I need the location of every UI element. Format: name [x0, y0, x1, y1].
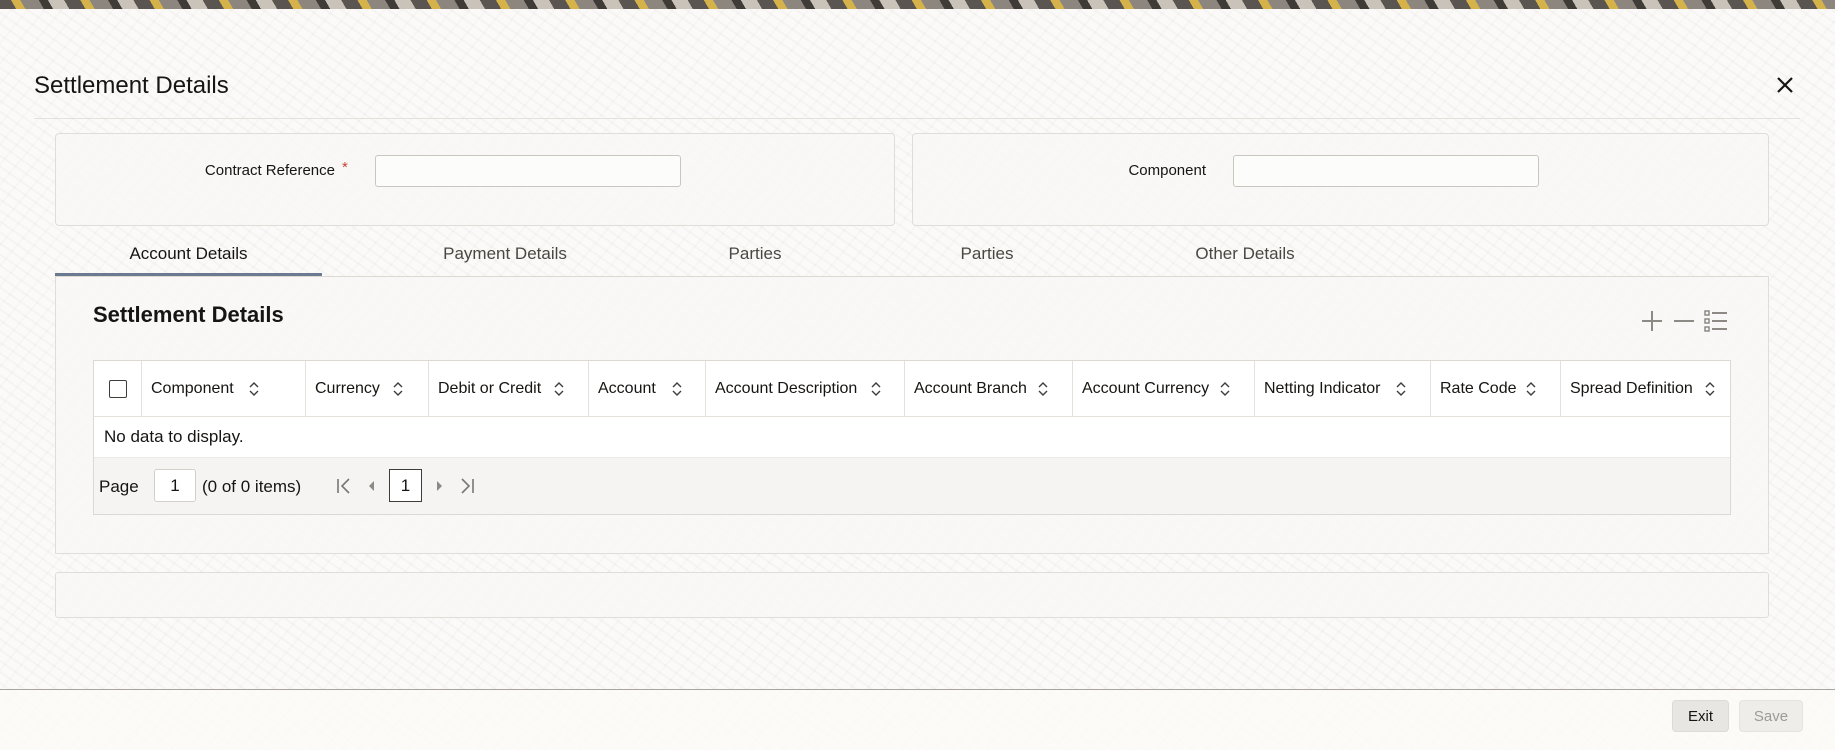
next-page-icon[interactable]: [428, 475, 450, 497]
column-component[interactable]: Component: [142, 361, 306, 417]
sort-icon[interactable]: [870, 380, 882, 398]
tab-payment-details[interactable]: Payment Details: [405, 240, 605, 276]
sort-icon[interactable]: [1395, 380, 1407, 398]
column-label: Debit or Credit: [438, 380, 542, 397]
sort-icon[interactable]: [392, 380, 404, 398]
sort-icon[interactable]: [1525, 380, 1537, 398]
column-label: Currency: [315, 380, 380, 397]
close-icon[interactable]: [1772, 72, 1798, 98]
empty-message: No data to display.: [104, 427, 244, 446]
page-number-input[interactable]: 1: [154, 469, 196, 502]
footer: Exit Save: [0, 690, 1835, 750]
column-label: Rate Code: [1440, 380, 1517, 397]
sort-icon[interactable]: [1037, 380, 1049, 398]
first-page-icon[interactable]: [333, 475, 355, 497]
tab-bar: Account Details Payment Details Parties …: [55, 240, 1769, 276]
column-label: Netting Indicator: [1264, 380, 1381, 397]
save-button[interactable]: Save: [1739, 700, 1803, 732]
plus-icon[interactable]: [1639, 308, 1665, 334]
title-divider: [34, 118, 1800, 119]
tab-account-details[interactable]: Account Details: [55, 240, 322, 276]
sort-icon[interactable]: [1219, 380, 1231, 398]
column-currency[interactable]: Currency: [306, 361, 429, 417]
section-title: Settlement Details: [93, 302, 284, 327]
column-account[interactable]: Account: [589, 361, 706, 417]
column-account-currency[interactable]: Account Currency: [1073, 361, 1255, 417]
previous-page-icon[interactable]: [361, 475, 383, 497]
sort-icon[interactable]: [553, 380, 565, 398]
column-label: Spread Definition: [1570, 380, 1693, 397]
column-netting-indicator[interactable]: Netting Indicator: [1255, 361, 1431, 417]
select-all-checkbox[interactable]: [109, 380, 127, 398]
column-label: Account Currency: [1082, 380, 1210, 397]
component-label: Component: [1128, 162, 1206, 179]
column-spread-definition[interactable]: Spread Definition: [1561, 361, 1730, 417]
last-page-icon[interactable]: [456, 475, 478, 497]
column-label: Account Branch: [914, 380, 1027, 397]
grid-header: Component Currency Debit or Credit Accou…: [94, 361, 1730, 417]
column-label: Account Description: [715, 380, 858, 397]
pagination: Page 1 (0 of 0 items) 1: [94, 457, 1730, 514]
minus-icon[interactable]: [1671, 308, 1697, 334]
list-view-icon[interactable]: [1703, 308, 1729, 334]
sort-icon[interactable]: [671, 380, 683, 398]
contract-reference-label: Contract Reference: [204, 162, 335, 179]
settlement-grid: Component Currency Debit or Credit Accou…: [93, 360, 1731, 515]
column-label: Component: [151, 380, 234, 397]
column-label: Account: [598, 380, 656, 397]
current-page-button[interactable]: 1: [389, 469, 422, 502]
item-count: (0 of 0 items): [202, 477, 302, 496]
page-label: Page: [99, 477, 139, 496]
page-title: Settlement Details: [34, 72, 229, 99]
tab-parties-2[interactable]: Parties: [927, 240, 1047, 276]
column-debit-or-credit[interactable]: Debit or Credit: [429, 361, 589, 417]
exit-button[interactable]: Exit: [1672, 700, 1729, 732]
select-all-cell: [94, 361, 142, 417]
tab-parties[interactable]: Parties: [695, 240, 815, 276]
column-account-branch[interactable]: Account Branch: [905, 361, 1073, 417]
required-marker: *: [342, 159, 348, 176]
sort-icon[interactable]: [248, 380, 260, 398]
column-rate-code[interactable]: Rate Code: [1431, 361, 1561, 417]
tab-other-details[interactable]: Other Details: [1160, 240, 1330, 276]
contract-reference-input[interactable]: [375, 155, 681, 187]
bottom-panel: [55, 572, 1769, 618]
sort-icon[interactable]: [1704, 380, 1716, 398]
header-banner: [0, 0, 1835, 9]
component-input[interactable]: [1233, 155, 1539, 187]
column-account-description[interactable]: Account Description: [706, 361, 905, 417]
